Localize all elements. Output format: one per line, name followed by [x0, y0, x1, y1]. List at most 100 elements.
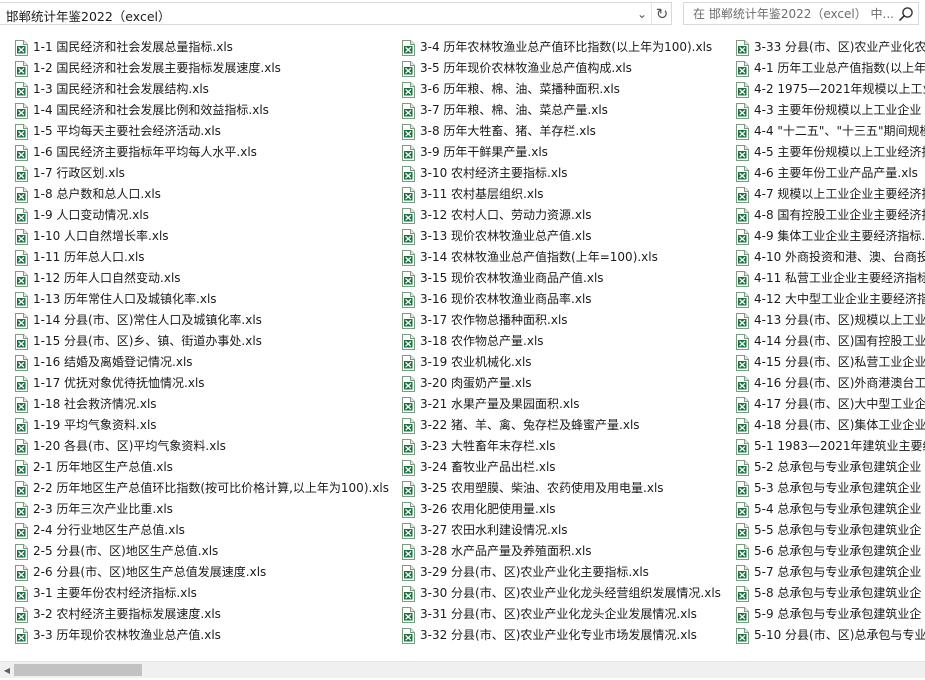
file-item[interactable]: 4-5 主要年份规模以上工业经济指 [735, 142, 925, 163]
file-item[interactable]: 3-26 农用化肥使用量.xls [401, 499, 721, 520]
file-item[interactable]: 4-17 分县(市、区)大中型工业企 [735, 394, 925, 415]
file-item[interactable]: 3-32 分县(市、区)农业产业化专业市场发展情况.xls [401, 625, 721, 646]
file-item[interactable]: 3-6 历年粮、棉、油、菜播种面积.xls [401, 79, 721, 100]
file-item[interactable]: 4-18 分县(市、区)集体工业企业 [735, 415, 925, 436]
file-item[interactable]: 1-5 平均每天主要社会经济活动.xls [14, 121, 389, 142]
file-item[interactable]: 4-1 历年工业总产值指数(以上年 [735, 58, 925, 79]
file-item[interactable]: 1-17 优抚对象优待抚恤情况.xls [14, 373, 389, 394]
file-item[interactable]: 3-9 历年干鲜果产量.xls [401, 142, 721, 163]
file-item[interactable]: 5-7 总承包与专业承包建筑企业 [735, 562, 925, 583]
scrollbar-thumb[interactable] [14, 664, 142, 676]
file-item[interactable]: 3-13 现价农林牧渔业总产值.xls [401, 226, 721, 247]
file-item[interactable]: 1-14 分县(市、区)常住人口及城镇化率.xls [14, 310, 389, 331]
file-item[interactable]: 5-6 总承包与专业承包建筑企业 [735, 541, 925, 562]
file-item[interactable]: 3-30 分县(市、区)农业产业化龙头经营组织发展情况.xls [401, 583, 721, 604]
file-item[interactable]: 2-3 历年三次产业比重.xls [14, 499, 389, 520]
search-box[interactable] [683, 2, 919, 25]
file-name: 2-3 历年三次产业比重.xls [33, 502, 173, 516]
file-item[interactable]: 4-4 "十二五"、"十三五"期间规模 [735, 121, 925, 142]
file-item[interactable]: 5-5 总承包与专业承包建筑业企 [735, 520, 925, 541]
file-item[interactable]: 3-33 分县(市、区)农业产业化农 [735, 37, 925, 58]
file-item[interactable]: 1-13 历年常住人口及城镇化率.xls [14, 289, 389, 310]
file-item[interactable]: 4-10 外商投资和港、澳、台商投 [735, 247, 925, 268]
file-item[interactable]: 4-7 规模以上工业企业主要经济指 [735, 184, 925, 205]
file-name: 3-3 历年现价农林牧渔业总产值.xls [33, 628, 221, 642]
scroll-left-arrow-icon[interactable]: ◀ [0, 662, 14, 678]
file-item[interactable]: 3-17 农作物总播种面积.xls [401, 310, 721, 331]
file-item[interactable]: 3-25 农用塑膜、柴油、农药使用及用电量.xls [401, 478, 721, 499]
file-item[interactable]: 1-9 人口变动情况.xls [14, 205, 389, 226]
file-item[interactable]: 1-4 国民经济和社会发展比例和效益指标.xls [14, 100, 389, 121]
file-item[interactable]: 3-11 农村基层组织.xls [401, 184, 721, 205]
search-icon[interactable] [897, 5, 915, 23]
file-item[interactable]: 4-11 私营工业企业主要经济指标 [735, 268, 925, 289]
file-item[interactable]: 3-10 农村经济主要指标.xls [401, 163, 721, 184]
file-item[interactable]: 3-24 畜牧业产品出栏.xls [401, 457, 721, 478]
file-item[interactable]: 4-6 主要年份工业产品产量.xls [735, 163, 925, 184]
file-item[interactable]: 1-10 人口自然增长率.xls [14, 226, 389, 247]
file-item[interactable]: 1-15 分县(市、区)乡、镇、街道办事处.xls [14, 331, 389, 352]
file-item[interactable]: 4-14 分县(市、区)国有控股工业 [735, 331, 925, 352]
file-item[interactable]: 3-2 农村经济主要指标发展速度.xls [14, 604, 389, 625]
file-item[interactable]: 1-8 总户数和总人口.xls [14, 184, 389, 205]
file-item[interactable]: 3-12 农村人口、劳动力资源.xls [401, 205, 721, 226]
file-item[interactable]: 1-20 各县(市、区)平均气象资料.xls [14, 436, 389, 457]
file-item[interactable]: 1-16 结婚及离婚登记情况.xls [14, 352, 389, 373]
file-item[interactable]: 4-2 1975—2021年规模以上工业 [735, 79, 925, 100]
file-item[interactable]: 3-19 农业机械化.xls [401, 352, 721, 373]
file-item[interactable]: 4-3 主要年份规模以上工业企业 [735, 100, 925, 121]
address-bar[interactable]: 邯郸统计年鉴2022（excel） ⌄ ↻ [0, 2, 672, 25]
file-item[interactable]: 3-15 现价农林牧渔业商品产值.xls [401, 268, 721, 289]
address-path[interactable]: 邯郸统计年鉴2022（excel） [6, 6, 171, 25]
file-item[interactable]: 2-5 分县(市、区)地区生产总值.xls [14, 541, 389, 562]
file-item[interactable]: 2-4 分行业地区生产总值.xls [14, 520, 389, 541]
file-item[interactable]: 3-3 历年现价农林牧渔业总产值.xls [14, 625, 389, 646]
file-item[interactable]: 3-5 历年现价农林牧渔业总产值构成.xls [401, 58, 721, 79]
file-item[interactable]: 4-12 大中型工业企业主要经济指 [735, 289, 925, 310]
refresh-icon[interactable]: ↻ [651, 3, 672, 24]
file-item[interactable]: 5-1 1983—2021年建筑业主要经 [735, 436, 925, 457]
file-item[interactable]: 3-1 主要年份农村经济指标.xls [14, 583, 389, 604]
chevron-down-icon[interactable]: ⌄ [632, 3, 652, 24]
file-item[interactable]: 5-2 总承包与专业承包建筑企业 [735, 457, 925, 478]
file-item[interactable]: 3-8 历年大牲畜、猪、羊存栏.xls [401, 121, 721, 142]
file-item[interactable]: 1-19 平均气象资料.xls [14, 415, 389, 436]
search-input[interactable] [684, 3, 898, 24]
file-item[interactable]: 4-15 分县(市、区)私营工业企业 [735, 352, 925, 373]
file-item[interactable]: 2-1 历年地区生产总值.xls [14, 457, 389, 478]
file-item[interactable]: 1-12 历年人口自然变动.xls [14, 268, 389, 289]
file-item[interactable]: 3-16 现价农林牧渔业商品率.xls [401, 289, 721, 310]
file-item[interactable]: 4-16 分县(市、区)外商港澳台工 [735, 373, 925, 394]
file-item[interactable]: 2-6 分县(市、区)地区生产总值发展速度.xls [14, 562, 389, 583]
file-item[interactable]: 5-4 总承包与专业承包建筑企业 [735, 499, 925, 520]
file-item[interactable]: 1-11 历年总人口.xls [14, 247, 389, 268]
file-item[interactable]: 5-10 分县(市、区)总承包与专业 [735, 625, 925, 646]
file-item[interactable]: 3-18 农作物总产量.xls [401, 331, 721, 352]
horizontal-scrollbar[interactable]: ◀ [0, 661, 925, 678]
file-item[interactable]: 3-27 农田水利建设情况.xls [401, 520, 721, 541]
file-item[interactable]: 1-18 社会救济情况.xls [14, 394, 389, 415]
file-item[interactable]: 3-20 肉蛋奶产量.xls [401, 373, 721, 394]
file-item[interactable]: 3-23 大牲畜年末存栏.xls [401, 436, 721, 457]
file-item[interactable]: 2-2 历年地区生产总值环比指数(按可比价格计算,以上年为100).xls [14, 478, 389, 499]
file-item[interactable]: 3-31 分县(市、区)农业产业化龙头企业发展情况.xls [401, 604, 721, 625]
file-item[interactable]: 3-29 分县(市、区)农业产业化主要指标.xls [401, 562, 721, 583]
file-item[interactable]: 3-7 历年粮、棉、油、菜总产量.xls [401, 100, 721, 121]
excel-file-icon [15, 60, 28, 77]
file-item[interactable]: 3-21 水果产量及果园面积.xls [401, 394, 721, 415]
file-item[interactable]: 3-22 猪、羊、禽、兔存栏及蜂蜜产量.xls [401, 415, 721, 436]
file-item[interactable]: 5-3 总承包与专业承包建筑企业 [735, 478, 925, 499]
file-item[interactable]: 5-9 总承包与专业承包建筑业企 [735, 604, 925, 625]
file-item[interactable]: 4-13 分县(市、区)规模以上工业 [735, 310, 925, 331]
file-item[interactable]: 1-6 国民经济主要指标年平均每人水平.xls [14, 142, 389, 163]
file-item[interactable]: 3-28 水产品产量及养殖面积.xls [401, 541, 721, 562]
file-item[interactable]: 4-9 集体工业企业主要经济指标.x [735, 226, 925, 247]
file-item[interactable]: 1-1 国民经济和社会发展总量指标.xls [14, 37, 389, 58]
file-item[interactable]: 1-7 行政区划.xls [14, 163, 389, 184]
file-item[interactable]: 1-2 国民经济和社会发展主要指标发展速度.xls [14, 58, 389, 79]
file-item[interactable]: 4-8 国有控股工业企业主要经济指 [735, 205, 925, 226]
file-item[interactable]: 3-4 历年农林牧渔业总产值环比指数(以上年为100).xls [401, 37, 721, 58]
file-item[interactable]: 3-14 农林牧渔业总产值指数(上年=100).xls [401, 247, 721, 268]
file-item[interactable]: 5-8 总承包与专业承包建筑业企 [735, 583, 925, 604]
file-item[interactable]: 1-3 国民经济和社会发展结构.xls [14, 79, 389, 100]
